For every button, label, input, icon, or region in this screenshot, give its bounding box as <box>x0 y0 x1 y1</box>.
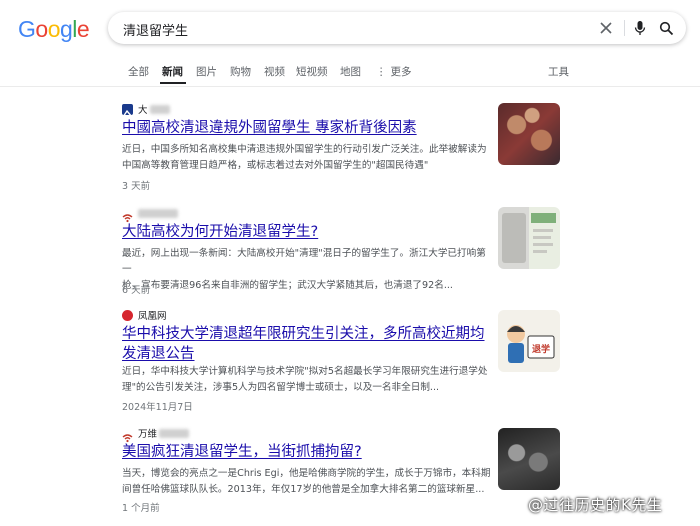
result-snippet: 近日，中国多所知名高校集中清退违规外国留学生的行动引发广泛关注。此举被解读为 中… <box>122 142 494 174</box>
news-result: 大 中國高校清退違規外國留學生 專家析背後因素 近日，中国多所知名高校集中清退违… <box>122 102 494 192</box>
phoenix-favicon-icon <box>122 309 133 321</box>
tools-button[interactable]: 工具 <box>548 64 569 79</box>
logo-letter: G <box>18 16 36 42</box>
result-title[interactable]: 华中科技大学清退超年限研究生引关注，多所高校近期均发清退公告 <box>122 324 494 364</box>
news-result: 凤凰网 华中科技大学清退超年限研究生引关注，多所高校近期均发清退公告 近日，华中… <box>122 308 494 413</box>
source-name: 凤凰网 <box>138 311 167 322</box>
snippet-line: 理"的公告引发关注，涉事5人为四名留学博士或硕士，以及一名非全日制... <box>122 382 440 393</box>
snippet-line: 近日，华中科技大学计算机科学与技术学院"拟对5名超最长学习年限研究生进行退学处 <box>122 366 488 377</box>
clear-icon[interactable] <box>596 18 616 38</box>
tab-all[interactable]: 全部 <box>128 64 149 79</box>
blurred-source <box>159 428 190 438</box>
tab-short-videos[interactable]: 短视频 <box>296 64 328 79</box>
blurred-source <box>149 104 170 114</box>
search-icon[interactable] <box>656 18 676 38</box>
result-thumbnail[interactable]: 退学 <box>498 310 560 372</box>
tab-maps[interactable]: 地图 <box>340 64 361 79</box>
snippet-line: 近日，中国多所知名高校集中清退违规外国留学生的行动引发广泛关注。此举被解读为 <box>122 144 487 155</box>
microphone-icon[interactable] <box>630 18 650 38</box>
result-source[interactable] <box>122 206 178 222</box>
logo-letter: o <box>35 16 48 42</box>
blurred-source <box>138 208 178 218</box>
news-result: 大陆高校为何开始清退留学生? 最近，网上出现一条新闻：大陆高校开始"清理"混日子… <box>122 206 494 296</box>
weibo-watermark: @过往历史的K先生 <box>528 496 663 514</box>
google-logo[interactable]: Google <box>18 16 90 43</box>
snippet-line: 最近，网上出现一条新闻：大陆高校开始"清理"混日子的留学生了。浙江大学已打响第一 <box>122 248 486 275</box>
news-result: 万维 美国疯狂清退留学生，当街抓捕拘留? 当天，博览会的亮点之一是Chris E… <box>122 426 494 516</box>
search-input[interactable]: 清退留学生 <box>123 20 188 39</box>
source-name: 万维 <box>138 429 158 440</box>
result-date: 3 天前 <box>122 181 151 192</box>
tab-videos[interactable]: 视频 <box>264 64 285 79</box>
logo-letter: o <box>47 16 61 42</box>
result-title[interactable]: 中國高校清退違規外國留學生 專家析背後因素 <box>122 118 494 138</box>
result-snippet: 近日，华中科技大学计算机科学与技术学院"拟对5名超最长学习年限研究生进行退学处 … <box>122 364 494 396</box>
tab-images[interactable]: 图片 <box>196 64 217 79</box>
result-thumbnail[interactable] <box>498 103 560 165</box>
active-tab-indicator <box>160 82 186 84</box>
result-thumbnail[interactable] <box>498 207 560 269</box>
result-source[interactable]: 凤凰网 <box>122 308 167 322</box>
snippet-line: 中国高等教育管理日趋严格，或标志着过去对外国留学生的"超国民待遇" <box>122 160 429 171</box>
result-date: 6 天前 <box>122 285 151 296</box>
source-name: 大 <box>138 105 148 116</box>
result-source[interactable]: 万维 <box>122 426 190 442</box>
tab-news[interactable]: 新闻 <box>162 64 183 79</box>
result-date: 1 个月前 <box>122 503 160 514</box>
source-favicon-icon <box>122 103 133 117</box>
snippet-line: 当天，博览会的亮点之一是Chris Egi，他是哈佛商学院的学生，成长于万锦市，… <box>122 468 491 479</box>
tab-more-label: 更多 <box>390 66 412 78</box>
more-vert-icon: ⋮ <box>376 66 387 78</box>
logo-letter: g <box>59 16 73 42</box>
wifi-favicon-icon <box>122 208 133 222</box>
result-title[interactable]: 美国疯狂清退留学生，当街抓捕拘留? <box>122 442 494 462</box>
result-source[interactable]: 大 <box>122 102 170 117</box>
thumbnail-graphic <box>502 213 556 263</box>
logo-letter: e <box>76 16 90 42</box>
result-thumbnail[interactable] <box>498 428 560 490</box>
result-snippet: 当天，博览会的亮点之一是Chris Egi，他是哈佛商学院的学生，成长于万锦市，… <box>122 466 494 498</box>
search-box[interactable]: 清退留学生 <box>108 12 686 44</box>
svg-text:退学: 退学 <box>532 343 550 355</box>
result-snippet: 最近，网上出现一条新闻：大陆高校开始"清理"混日子的留学生了。浙江大学已打响第一… <box>122 246 494 294</box>
wifi-favicon-icon <box>122 428 133 442</box>
result-date: 2024年11月7日 <box>122 402 193 413</box>
snippet-line: 间曾任哈佛篮球队队长。2013年，年仅17岁的他曾是全加拿大排名第二的篮球新星.… <box>122 484 485 495</box>
search-divider <box>624 20 625 36</box>
cartoon-graphic: 退学 <box>507 325 555 363</box>
result-title[interactable]: 大陆高校为何开始清退留学生? <box>122 222 494 242</box>
snippet-line: 枪，宣布要清退96名来自非洲的留学生；武汉大学紧随其后，也清退了92名... <box>122 280 453 291</box>
tab-more[interactable]: ⋮ 更多 <box>376 64 412 79</box>
header-divider <box>0 86 700 87</box>
tab-shopping[interactable]: 购物 <box>230 64 251 79</box>
